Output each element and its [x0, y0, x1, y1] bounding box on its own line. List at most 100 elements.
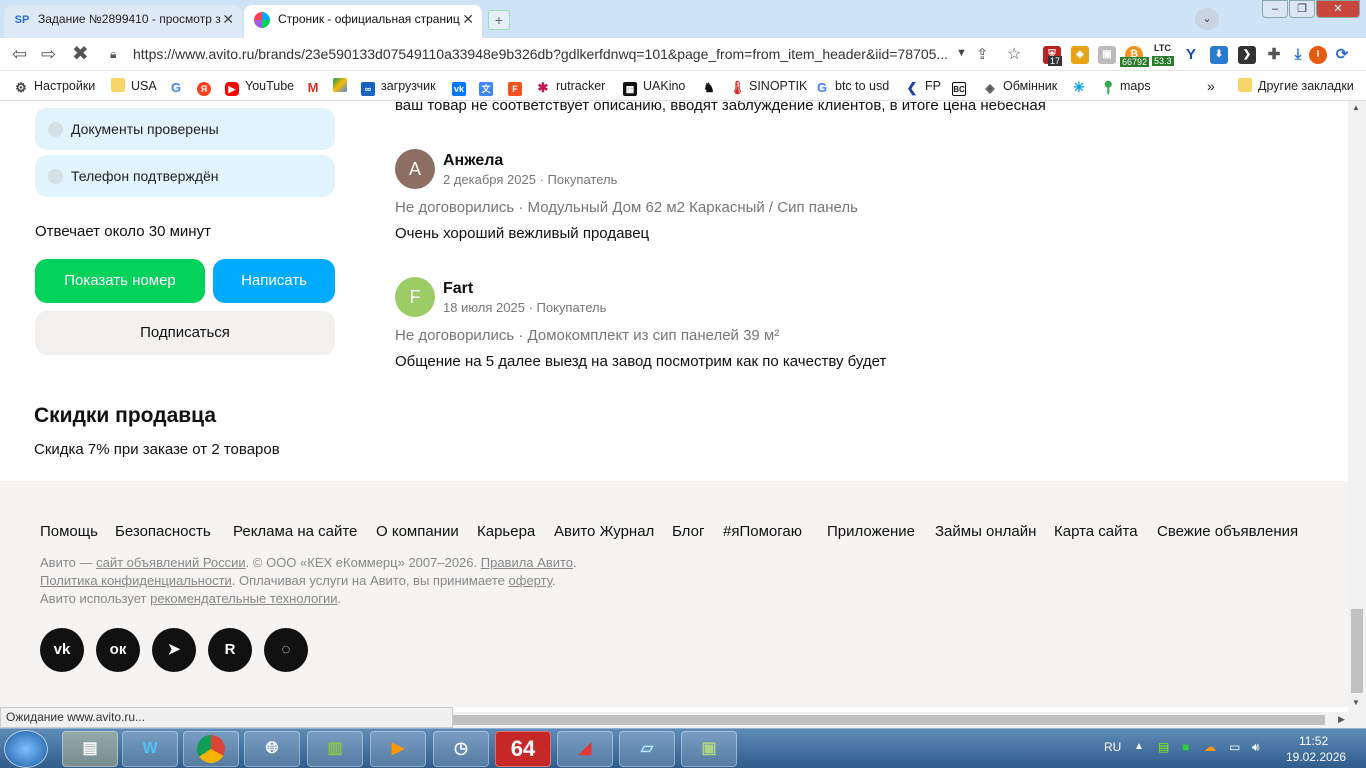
- clock-date[interactable]: 19.02.2026: [1286, 750, 1346, 764]
- scroll-up-icon[interactable]: ▲: [1352, 103, 1360, 112]
- bookmark-uakino[interactable]: ▦ UAKino: [623, 78, 685, 96]
- update-icon[interactable]: ⟳: [1333, 46, 1351, 64]
- close-icon[interactable]: ✕: [462, 5, 474, 33]
- bookmark-btc-to-usd[interactable]: Gbtc to usd: [815, 78, 889, 95]
- max-icon[interactable]: ◌: [264, 628, 308, 672]
- aida64-icon[interactable]: 64: [495, 731, 551, 767]
- footer-link-about[interactable]: О компании: [376, 523, 459, 540]
- network-globe-icon[interactable]: 🌐︎: [244, 731, 300, 767]
- tray-network-icon[interactable]: ▭: [1229, 740, 1240, 754]
- close-icon[interactable]: ✕: [222, 5, 234, 33]
- footer-link-blog[interactable]: Блог: [672, 523, 704, 540]
- chart-app-icon[interactable]: ◢: [557, 731, 613, 767]
- tab-avito[interactable]: Строник - официальная страниц ✕: [244, 5, 482, 38]
- extension-briefcase-icon[interactable]: ▣: [1098, 46, 1116, 64]
- subscribe-button[interactable]: Подписаться: [35, 311, 335, 355]
- language-indicator[interactable]: RU: [1104, 740, 1121, 754]
- explorer-icon[interactable]: ▤: [62, 731, 118, 767]
- tab-task[interactable]: SP Задание №2899410 - просмотр з ✕: [4, 5, 242, 38]
- bookmark-downloader[interactable]: ∞ загрузчик: [361, 78, 436, 96]
- bookmark-drive[interactable]: [333, 78, 353, 94]
- vertical-scroll-thumb[interactable]: [1351, 609, 1363, 693]
- classifieds-link[interactable]: сайт объявлений России: [96, 555, 246, 570]
- bookmark-chess[interactable]: ♞: [702, 78, 722, 95]
- bookmark-gmail[interactable]: M: [306, 78, 326, 95]
- bookmark-exchanger[interactable]: ◈ Обмінник: [983, 78, 1057, 95]
- monitor-app-icon[interactable]: ▣: [681, 731, 737, 767]
- tray-monitor-icon[interactable]: ▤: [1158, 740, 1169, 754]
- avatar[interactable]: F: [395, 277, 435, 317]
- bookmark-fp[interactable]: ❮ FP: [905, 78, 941, 95]
- clock-app-icon[interactable]: ◷: [433, 731, 489, 767]
- reviewer-name[interactable]: Fart: [443, 280, 473, 298]
- new-tab-button[interactable]: +: [488, 10, 510, 30]
- clock-time[interactable]: 11:52: [1299, 734, 1328, 748]
- downloads-icon[interactable]: ⤓: [1289, 46, 1307, 64]
- bookmark-vk[interactable]: vk: [452, 78, 472, 96]
- bookmark-translate[interactable]: 文: [479, 78, 499, 96]
- ok-icon[interactable]: ок: [96, 628, 140, 672]
- download-helper-icon[interactable]: ⬇: [1210, 46, 1228, 64]
- forward-icon[interactable]: ⇨: [41, 44, 56, 64]
- footer-link-app[interactable]: Приложение: [827, 523, 915, 540]
- footer-link-help-tag[interactable]: #яПомогаю: [723, 523, 802, 540]
- reviewer-name[interactable]: Анжела: [443, 152, 503, 170]
- bookmark-settings[interactable]: ⚙ Настройки: [14, 78, 95, 95]
- vk-icon[interactable]: vk: [40, 628, 84, 672]
- bookmark-kyivstar[interactable]: ✳: [1072, 78, 1092, 94]
- horizontal-scroll-thumb[interactable]: [450, 715, 1325, 725]
- bookmark-f[interactable]: F: [508, 78, 528, 96]
- write-button[interactable]: Написать: [213, 259, 335, 303]
- avatar[interactable]: А: [395, 149, 435, 189]
- start-button[interactable]: [4, 730, 48, 768]
- media-player-icon[interactable]: ▶: [370, 731, 426, 767]
- footer-link-safety[interactable]: Безопасность: [115, 523, 211, 540]
- extension-v-icon[interactable]: Y: [1182, 46, 1200, 64]
- scroll-down-icon[interactable]: ▼: [1352, 698, 1360, 707]
- maximize-button[interactable]: ❐: [1289, 0, 1315, 18]
- bookmark-maps[interactable]: 📍︎ maps: [1100, 78, 1151, 95]
- tray-cloud-icon[interactable]: ☁: [1204, 740, 1216, 754]
- notepad-icon[interactable]: ▱: [619, 731, 675, 767]
- url-input[interactable]: https://www.avito.ru/brands/23e590133d07…: [133, 46, 953, 62]
- bookmarks-overflow-button[interactable]: »: [1207, 78, 1215, 94]
- rutube-icon[interactable]: R: [208, 628, 252, 672]
- tray-expand-icon[interactable]: ▲: [1134, 741, 1144, 752]
- tray-green-icon[interactable]: ■: [1182, 740, 1189, 754]
- footer-link-sitemap[interactable]: Карта сайта: [1054, 523, 1138, 540]
- bookmark-sinoptik[interactable]: 🌡︎ SINOPTIK: [729, 78, 807, 95]
- offer-link[interactable]: оферту: [509, 573, 552, 588]
- bookmark-google[interactable]: G: [169, 78, 189, 95]
- rules-link[interactable]: Правила Авито: [481, 555, 573, 570]
- defender-icon[interactable]: W: [122, 731, 178, 767]
- share-icon[interactable]: ⇪: [976, 45, 989, 63]
- show-number-button[interactable]: Показать номер: [35, 259, 205, 303]
- tab-search-icon[interactable]: ⌄: [1195, 8, 1219, 30]
- extension-brave-icon[interactable]: ◈: [1071, 46, 1089, 64]
- scroll-right-icon[interactable]: ▶: [1338, 714, 1345, 725]
- privacy-link[interactable]: Политика конфиденциальности: [40, 573, 232, 588]
- bookmark-bc[interactable]: BC: [952, 78, 972, 96]
- other-bookmarks[interactable]: Другие закладки: [1238, 78, 1354, 94]
- volume-icon[interactable]: 🔊︎: [1252, 740, 1260, 755]
- url-dropdown-icon[interactable]: ▼: [956, 47, 967, 59]
- footer-link-help[interactable]: Помощь: [40, 523, 98, 540]
- telegram-icon[interactable]: ➤: [152, 628, 196, 672]
- footer-link-journal[interactable]: Авито Журнал: [554, 523, 654, 540]
- chrome-icon[interactable]: [183, 731, 239, 767]
- back-icon[interactable]: ⇦: [12, 44, 27, 64]
- lock-icon[interactable]: 🔒︎: [110, 47, 116, 62]
- window-close-button[interactable]: ✕: [1316, 0, 1360, 18]
- extensions-puzzle-icon[interactable]: ✚: [1265, 46, 1283, 64]
- bookmark-usa[interactable]: USA: [111, 78, 157, 94]
- footer-link-loans[interactable]: Займы онлайн: [935, 523, 1036, 540]
- gpu-icon[interactable]: ▥: [307, 731, 363, 767]
- recommendation-tech-link[interactable]: рекомендательные технологии: [150, 591, 337, 606]
- bookmark-star-icon[interactable]: ☆: [1007, 44, 1021, 64]
- minimize-button[interactable]: –: [1262, 0, 1288, 18]
- footer-link-career[interactable]: Карьера: [477, 523, 535, 540]
- profile-avatar[interactable]: I: [1309, 46, 1327, 64]
- bookmark-rutracker[interactable]: ✱ rutracker: [536, 78, 606, 95]
- extension-arrow-icon[interactable]: ❯: [1238, 46, 1256, 64]
- stop-icon[interactable]: ✖: [72, 44, 89, 64]
